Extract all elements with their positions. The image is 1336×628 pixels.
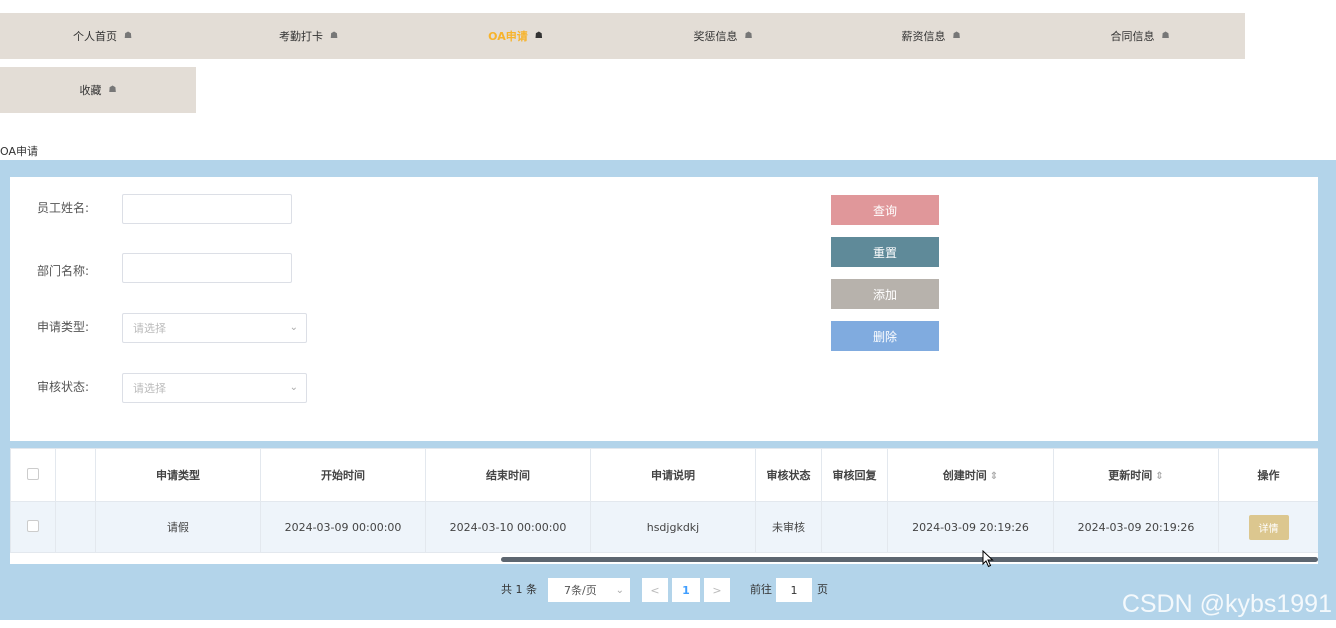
delete-button[interactable]: 删除	[831, 321, 939, 351]
employee-name-input[interactable]	[122, 194, 292, 224]
nav-item-rewards[interactable]: 奖惩信息 ☗	[619, 13, 827, 59]
audit-status-label: 审核状态:	[37, 380, 90, 394]
column-header-updated[interactable]: 更新时间 ⇕	[1053, 448, 1219, 502]
column-header-apply-type: 申请类型	[95, 448, 261, 502]
chevron-down-icon: ⌄	[289, 322, 298, 333]
select-all-cell[interactable]	[10, 448, 56, 502]
pagination-total: 共 1 条	[501, 583, 537, 596]
search-panel: 员工姓名: 部门名称: 申请类型: 请选择 ⌄ 审核状态: 请选择 ⌄	[10, 177, 1318, 441]
column-header-created[interactable]: 创建时间 ⇕	[887, 448, 1054, 502]
nav-item-label: 合同信息	[1110, 30, 1155, 43]
cell-created: 2024-03-09 20:19:26	[887, 501, 1054, 553]
apply-type-select[interactable]: 请选择 ⌄	[122, 313, 307, 343]
cell-end-time: 2024-03-10 00:00:00	[425, 501, 591, 553]
column-header-label: 创建时间	[942, 469, 987, 482]
cell-apply-type: 请假	[95, 501, 261, 553]
reset-button[interactable]: 重置	[831, 237, 939, 267]
column-header-label: 更新时间	[1108, 469, 1153, 482]
query-button[interactable]: 查询	[831, 195, 939, 225]
employee-name-label: 员工姓名:	[37, 201, 90, 215]
department-input[interactable]	[122, 253, 292, 283]
cell-audit-reply	[821, 501, 888, 553]
home-icon: ☗	[534, 31, 543, 41]
cell-start-time: 2024-03-09 00:00:00	[260, 501, 426, 553]
home-icon: ☗	[108, 85, 117, 95]
column-header-actions: 操作	[1218, 448, 1318, 502]
column-header-start-time: 开始时间	[260, 448, 426, 502]
column-header-description: 申请说明	[590, 448, 756, 502]
goto-page-input[interactable]: 1	[776, 578, 812, 602]
nav-item-label: 薪资信息	[901, 30, 946, 43]
page-size-select[interactable]: 7条/页 ⌄	[548, 578, 630, 602]
nav-item-label: OA申请	[488, 30, 528, 43]
table-header-row: 申请类型 开始时间 结束时间 申请说明 审核状态 审核回复 创建时间 ⇕ 更新时间…	[10, 448, 1318, 502]
apply-type-label: 申请类型:	[37, 320, 90, 334]
nav-item-label: 个人首页	[72, 30, 117, 43]
select-all-checkbox[interactable]	[27, 467, 39, 480]
nav-item-label: 奖惩信息	[693, 30, 738, 43]
page-title: OA申请	[0, 145, 38, 158]
home-icon: ☗	[952, 31, 961, 41]
data-table: 申请类型 开始时间 结束时间 申请说明 审核状态 审核回复 创建时间 ⇕ 更新时间…	[10, 448, 1318, 564]
cell-actions: 详情	[1218, 501, 1318, 553]
sort-icon[interactable]: ⇕	[990, 471, 998, 482]
column-header-end-time: 结束时间	[425, 448, 591, 502]
row-index-cell	[55, 501, 96, 553]
chevron-down-icon: ⌄	[289, 382, 298, 393]
page-size-value: 7条/页	[564, 584, 597, 597]
department-label: 部门名称:	[37, 264, 90, 278]
watermark: CSDN @kybs1991	[1121, 590, 1332, 618]
nav-item-label: 收藏	[79, 84, 102, 97]
home-icon: ☗	[123, 31, 133, 41]
horizontal-scrollbar[interactable]	[501, 557, 1318, 562]
home-icon: ☗	[1161, 31, 1170, 41]
apply-type-placeholder: 请选择	[133, 322, 166, 335]
nav-item-oa-apply[interactable]: OA申请 ☗	[412, 13, 619, 59]
column-header-audit-reply: 审核回复	[821, 448, 888, 502]
row-checkbox[interactable]	[27, 519, 39, 532]
cell-updated: 2024-03-09 20:19:26	[1053, 501, 1219, 553]
nav-item-home[interactable]: 个人首页 ☗	[0, 13, 205, 59]
current-page[interactable]: 1	[672, 578, 700, 602]
nav-item-contract[interactable]: 合同信息 ☗	[1035, 13, 1245, 59]
goto-suffix: 页	[817, 583, 828, 596]
nav-item-label: 考勤打卡	[278, 30, 323, 43]
nav-item-salary[interactable]: 薪资信息 ☗	[827, 13, 1035, 59]
index-header	[55, 448, 96, 502]
cell-audit-status: 未审核	[755, 501, 822, 553]
sort-icon[interactable]: ⇕	[1155, 471, 1163, 482]
mouse-cursor-icon	[982, 550, 994, 568]
goto-prefix: 前往	[750, 583, 772, 596]
next-page-button[interactable]: >	[704, 578, 730, 602]
detail-button[interactable]: 详情	[1248, 514, 1289, 540]
add-button[interactable]: 添加	[831, 279, 939, 309]
audit-status-placeholder: 请选择	[133, 382, 166, 395]
cell-description: hsdjgkdkj	[590, 501, 756, 553]
nav-item-favorites[interactable]: 收藏 ☗	[0, 67, 196, 113]
column-header-audit-status: 审核状态	[755, 448, 822, 502]
nav-item-attendance[interactable]: 考勤打卡 ☗	[205, 13, 412, 59]
row-select-cell[interactable]	[10, 501, 56, 553]
home-icon: ☗	[329, 31, 339, 41]
home-icon: ☗	[744, 31, 753, 41]
prev-page-button[interactable]: <	[642, 578, 668, 602]
chevron-down-icon: ⌄	[615, 584, 624, 596]
table-row: 请假 2024-03-09 00:00:00 2024-03-10 00:00:…	[10, 501, 1318, 553]
audit-status-select[interactable]: 请选择 ⌄	[122, 373, 307, 403]
